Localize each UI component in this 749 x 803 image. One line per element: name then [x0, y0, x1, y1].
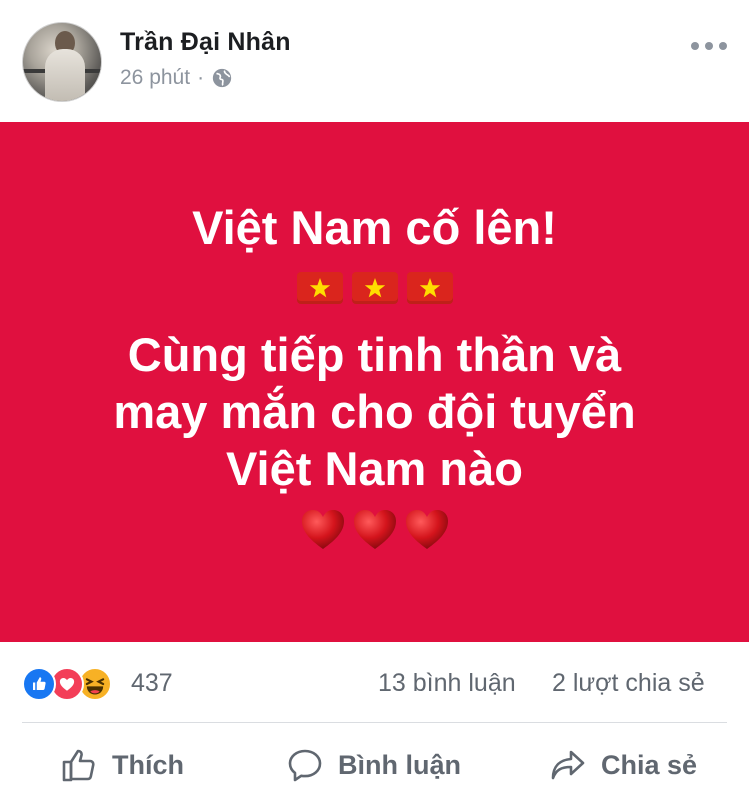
red-heart-icon	[301, 510, 344, 549]
shares-count[interactable]: 2 lượt chia sẻ	[552, 669, 705, 698]
post-content: Việt Nam cố lên! Cùng tiếp tinh thần và …	[0, 122, 749, 642]
comment-icon	[288, 749, 322, 782]
share-label: Chia sẻ	[601, 749, 698, 780]
thumbs-up-icon	[62, 749, 95, 782]
more-options-icon[interactable]	[691, 34, 727, 58]
like-icon	[22, 667, 56, 701]
red-heart-icon	[405, 510, 448, 549]
like-label: Thích	[112, 749, 184, 780]
reactions-summary: 437 13 bình luận 2 lượt chia sẻ	[0, 642, 749, 724]
post-text-line-2: Cùng tiếp tinh thần và	[127, 328, 622, 381]
author-name[interactable]: Trần Đại Nhân	[120, 28, 291, 57]
vietnam-flag-icon	[296, 272, 343, 304]
avatar[interactable]	[22, 22, 102, 102]
post-actions: Thích Bình luận Chia sẻ	[0, 723, 749, 803]
post-text-line-3: may mắn cho đội tuyển	[113, 385, 636, 438]
flag-emoji-row	[0, 272, 749, 304]
comment-label: Bình luận	[338, 749, 461, 780]
post-text-line-4: Việt Nam nào	[226, 442, 523, 495]
vietnam-flag-icon	[406, 272, 453, 304]
meta-separator: ·	[197, 66, 205, 89]
post-meta: 26 phút ·	[120, 66, 233, 90]
share-icon	[551, 750, 585, 780]
post-header: Trần Đại Nhân 26 phút ·	[0, 0, 749, 122]
globe-icon[interactable]	[211, 67, 233, 89]
vietnam-flag-icon	[351, 272, 398, 304]
post-time[interactable]: 26 phút	[120, 66, 190, 90]
comment-button[interactable]: Bình luận	[286, 745, 461, 785]
red-heart-icon	[353, 510, 396, 549]
comments-count[interactable]: 13 bình luận	[378, 669, 516, 698]
post-text-line-1: Việt Nam cố lên!	[192, 201, 557, 254]
like-button[interactable]: Thích	[60, 745, 184, 785]
reaction-icons[interactable]	[22, 667, 112, 701]
share-button[interactable]: Chia sẻ	[549, 745, 697, 785]
reaction-count[interactable]: 437	[131, 669, 173, 698]
heart-emoji-row	[0, 506, 749, 554]
